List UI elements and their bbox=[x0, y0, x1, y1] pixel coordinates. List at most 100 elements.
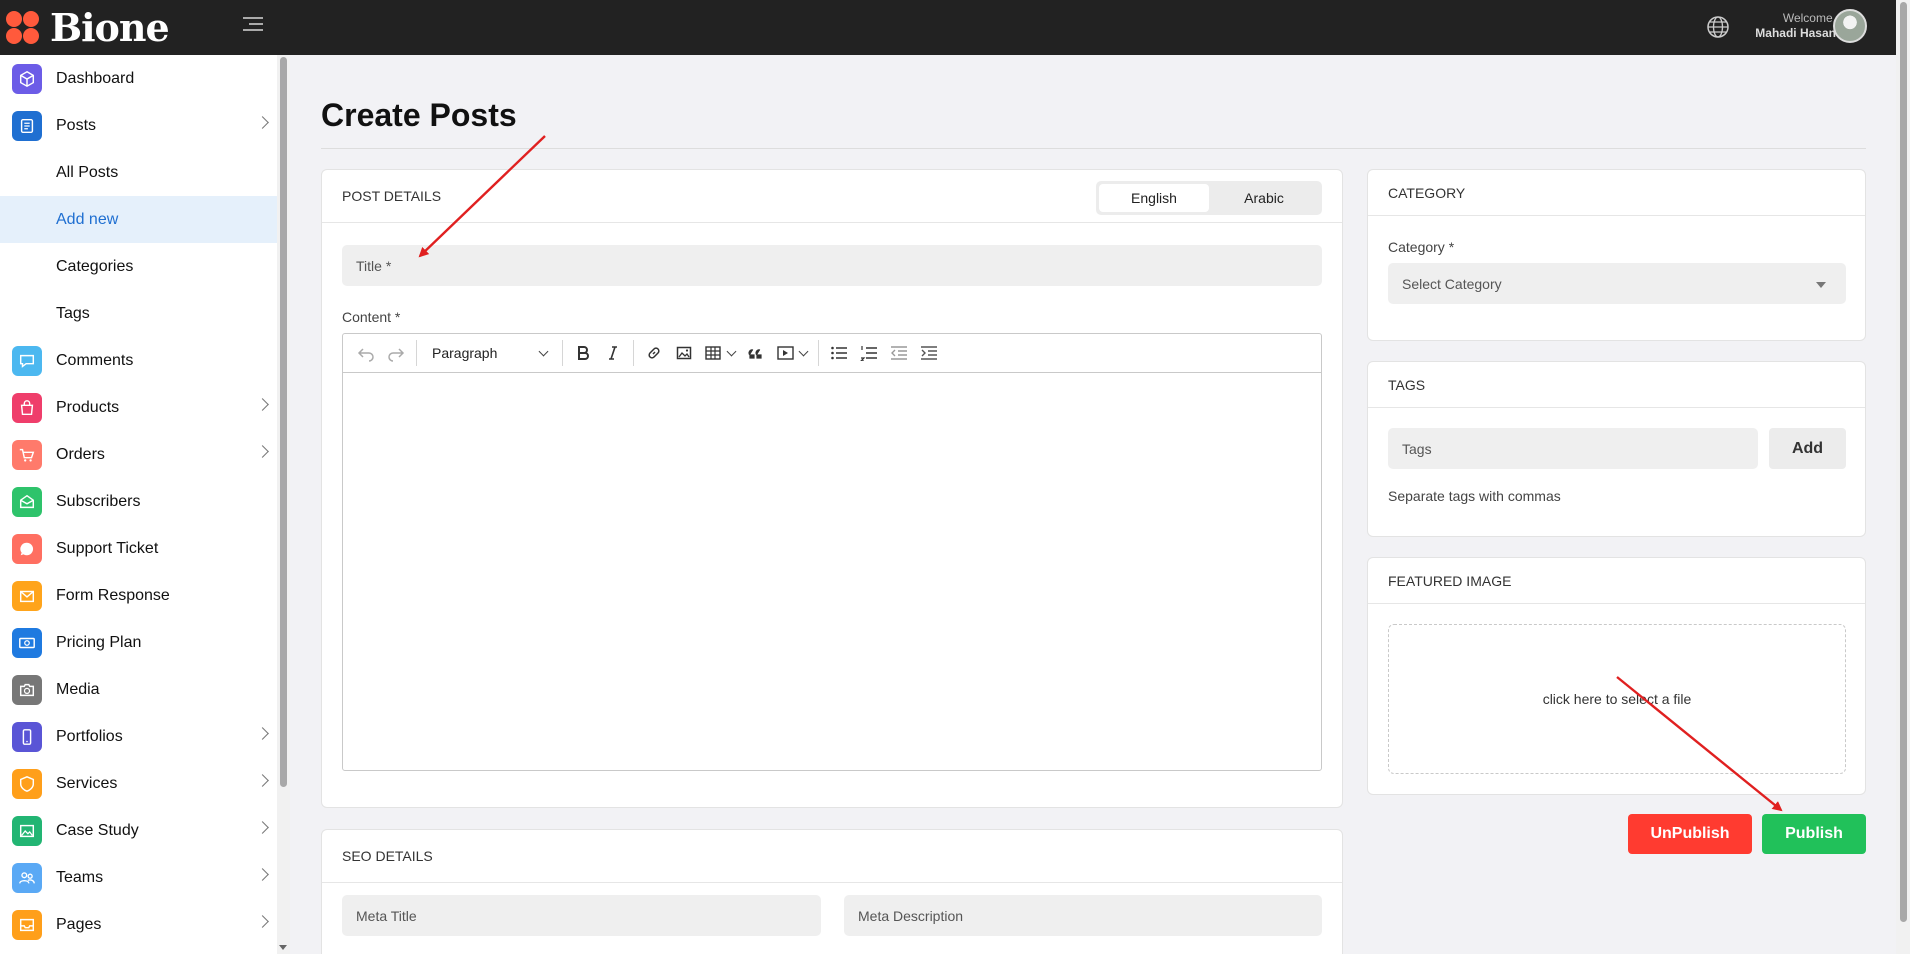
blockquote-button[interactable] bbox=[741, 338, 771, 368]
user-name: Mahadi Hasan bbox=[1755, 26, 1836, 40]
meta-description-input[interactable]: Meta Description bbox=[844, 895, 1322, 936]
page-scroll-thumb[interactable] bbox=[1900, 2, 1907, 922]
chevron-right-icon bbox=[256, 727, 269, 740]
image-button[interactable] bbox=[669, 338, 699, 368]
sidebar: Bione Dashboard Posts All Posts Add new … bbox=[0, 0, 290, 954]
sidebar-item-pricing-plan[interactable]: Pricing Plan bbox=[0, 619, 277, 666]
image-icon bbox=[12, 815, 42, 846]
editor-content-area[interactable] bbox=[343, 373, 1321, 770]
media-embed-button[interactable] bbox=[771, 338, 813, 368]
chevron-right-icon bbox=[256, 445, 269, 458]
sidebar-item-dashboard[interactable]: Dashboard bbox=[0, 55, 277, 102]
category-label: Category * bbox=[1388, 239, 1455, 255]
sidebar-item-portfolios[interactable]: Portfolios bbox=[0, 713, 277, 760]
meta-title-input[interactable]: Meta Title bbox=[342, 895, 821, 936]
sidebar-item-comments[interactable]: Comments bbox=[0, 337, 277, 384]
sidebar-item-services[interactable]: Services bbox=[0, 760, 277, 807]
avatar[interactable] bbox=[1833, 9, 1867, 43]
sidebar-item-posts[interactable]: Posts bbox=[0, 102, 277, 149]
page-scrollbar[interactable] bbox=[1896, 0, 1910, 954]
indent-button[interactable] bbox=[914, 338, 944, 368]
divider bbox=[321, 148, 1866, 149]
sidebar-item-label: Case Study bbox=[56, 821, 139, 839]
sidebar-item-label: Pages bbox=[56, 915, 102, 933]
tags-input[interactable]: Tags bbox=[1388, 428, 1758, 469]
inbox-icon bbox=[12, 909, 42, 940]
topbar: Welcome, Mahadi Hasan bbox=[290, 0, 1896, 55]
envelope-icon bbox=[12, 486, 42, 517]
publish-button[interactable]: Publish bbox=[1762, 814, 1866, 854]
sidebar-item-case-study[interactable]: Case Study bbox=[0, 807, 277, 854]
logo-icon bbox=[6, 10, 40, 45]
sidebar-subitem-all-posts[interactable]: All Posts bbox=[0, 149, 277, 196]
sidebar-subitem-add-new[interactable]: Add new bbox=[0, 196, 277, 243]
sidebar-item-label: Media bbox=[56, 680, 100, 698]
add-tag-button[interactable]: Add bbox=[1769, 428, 1846, 469]
category-select[interactable]: Select Category bbox=[1388, 263, 1846, 304]
menu-toggle-icon[interactable] bbox=[243, 17, 263, 33]
chevron-right-icon bbox=[256, 868, 269, 881]
lang-option-arabic[interactable]: Arabic bbox=[1209, 184, 1319, 212]
undo-button[interactable] bbox=[351, 338, 381, 368]
bulleted-list-button[interactable] bbox=[824, 338, 854, 368]
sidebar-scroll-thumb[interactable] bbox=[280, 57, 287, 787]
featured-image-header: FEATURED IMAGE bbox=[1368, 558, 1865, 604]
title-input[interactable]: Title * bbox=[342, 245, 1322, 286]
globe-icon[interactable] bbox=[1706, 15, 1730, 39]
outdent-button[interactable] bbox=[884, 338, 914, 368]
paragraph-label: Paragraph bbox=[432, 345, 498, 361]
sidebar-item-label: Support Ticket bbox=[56, 539, 159, 557]
bag-icon bbox=[12, 392, 42, 423]
bold-button[interactable] bbox=[568, 338, 598, 368]
editor-toolbar: Paragraph bbox=[343, 334, 1321, 373]
sidebar-item-pages[interactable]: Pages bbox=[0, 901, 277, 948]
user-welcome[interactable]: Welcome, Mahadi Hasan bbox=[1755, 11, 1836, 41]
post-details-card: POST DETAILS English Arabic Title * Cont… bbox=[321, 169, 1343, 808]
cube-icon bbox=[12, 63, 42, 94]
sidebar-item-label: Portfolios bbox=[56, 727, 123, 745]
chevron-right-icon bbox=[256, 821, 269, 834]
featured-image-dropzone[interactable]: click here to select a file bbox=[1388, 624, 1846, 774]
sidebar-item-label: Posts bbox=[56, 116, 97, 134]
chevron-right-icon bbox=[256, 915, 269, 928]
sidebar-item-media[interactable]: Media bbox=[0, 666, 277, 713]
category-header: CATEGORY bbox=[1368, 170, 1865, 216]
mail-icon bbox=[12, 580, 42, 611]
seo-details-header: SEO DETAILS bbox=[322, 830, 1342, 883]
shield-icon bbox=[12, 768, 42, 799]
sidebar-subitem-tags[interactable]: Tags bbox=[0, 290, 277, 337]
sidebar-item-form-response[interactable]: Form Response bbox=[0, 572, 277, 619]
chevron-right-icon bbox=[256, 116, 269, 129]
sidebar-item-label: Teams bbox=[56, 868, 104, 886]
numbered-list-button[interactable] bbox=[854, 338, 884, 368]
paragraph-select[interactable]: Paragraph bbox=[422, 338, 557, 368]
chevron-right-icon bbox=[256, 774, 269, 787]
seo-details-card: SEO DETAILS Meta Title Meta Description bbox=[321, 829, 1343, 954]
sidebar-item-subscribers[interactable]: Subscribers bbox=[0, 478, 277, 525]
toolbar-separator bbox=[633, 340, 634, 366]
sidebar-scrollbar[interactable] bbox=[277, 55, 290, 954]
redo-button[interactable] bbox=[381, 338, 411, 368]
sidebar-item-support-ticket[interactable]: Support Ticket bbox=[0, 525, 277, 572]
scroll-down-arrow-icon[interactable] bbox=[279, 945, 287, 950]
italic-button[interactable] bbox=[598, 338, 628, 368]
link-button[interactable] bbox=[639, 338, 669, 368]
brand: Bione bbox=[0, 0, 290, 55]
sidebar-subitem-categories[interactable]: Categories bbox=[0, 243, 277, 290]
unpublish-button[interactable]: UnPublish bbox=[1628, 814, 1752, 854]
content-label: Content * bbox=[342, 309, 401, 325]
sidebar-item-label: Form Response bbox=[56, 586, 170, 604]
lang-option-english[interactable]: English bbox=[1099, 184, 1209, 212]
cart-icon bbox=[12, 439, 42, 470]
money-icon bbox=[12, 627, 42, 658]
sidebar-item-products[interactable]: Products bbox=[0, 384, 277, 431]
table-button[interactable] bbox=[699, 338, 741, 368]
content-editor: Paragraph bbox=[342, 333, 1322, 771]
brand-name: Bione bbox=[50, 5, 170, 50]
sidebar-item-orders[interactable]: Orders bbox=[0, 431, 277, 478]
language-toggle: English Arabic bbox=[1096, 181, 1322, 215]
chevron-down-icon bbox=[538, 346, 549, 356]
sidebar-item-label: Subscribers bbox=[56, 492, 141, 510]
category-card: CATEGORY Category * Select Category bbox=[1367, 169, 1866, 341]
sidebar-item-teams[interactable]: Teams bbox=[0, 854, 277, 901]
